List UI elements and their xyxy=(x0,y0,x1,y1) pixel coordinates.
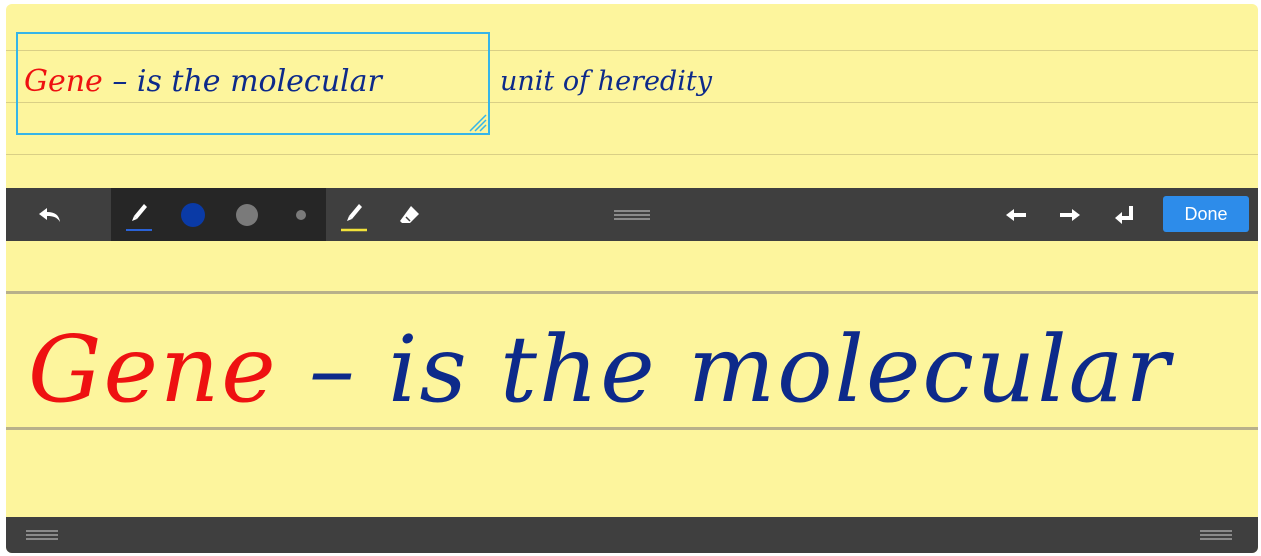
bottom-bar xyxy=(6,517,1258,553)
pen-icon xyxy=(126,203,152,231)
handwriting-input-area[interactable]: Gene – is the molecular xyxy=(6,241,1258,517)
color-swatch-blue[interactable] xyxy=(173,188,213,241)
note-trailing-text: unit of heredity xyxy=(500,66,712,97)
handwriting-toolbar: Done xyxy=(6,188,1258,241)
gray-large-swatch xyxy=(236,203,258,226)
bottom-drag-handle-right[interactable] xyxy=(1194,517,1238,553)
undo-icon xyxy=(39,207,60,222)
new-line-button[interactable] xyxy=(1104,188,1144,241)
preview-rest-text: – is the molecular xyxy=(277,316,1172,423)
note-rule xyxy=(6,154,1258,155)
arrow-left-icon xyxy=(1006,208,1026,221)
return-icon xyxy=(1115,205,1133,224)
handwriting-selection-box[interactable] xyxy=(16,32,490,135)
move-left-button[interactable] xyxy=(996,188,1036,241)
eraser-icon xyxy=(400,205,419,223)
pen-tool-button[interactable] xyxy=(119,188,159,241)
notes-app: Gene – is the molecular unit of heredity xyxy=(6,4,1258,553)
highlighter-icon xyxy=(341,203,367,231)
writing-guide-top xyxy=(6,291,1258,294)
move-right-button[interactable] xyxy=(1050,188,1090,241)
handwriting-preview: Gene – is the molecular xyxy=(28,316,1171,423)
pen-options-group xyxy=(111,188,326,241)
drag-handle-left-icon xyxy=(26,530,58,540)
resize-grip-icon[interactable] xyxy=(466,111,488,133)
stroke-size-large[interactable] xyxy=(227,188,267,241)
undo-button[interactable] xyxy=(28,188,72,241)
bottom-drag-handle-left[interactable] xyxy=(20,517,64,553)
blue-color-swatch xyxy=(181,202,205,227)
preview-word-gene: Gene xyxy=(28,316,278,423)
highlighter-tool-button[interactable] xyxy=(334,188,374,241)
drag-handle-icon xyxy=(614,209,650,220)
eraser-tool-button[interactable] xyxy=(390,188,430,241)
stroke-size-small[interactable] xyxy=(281,188,321,241)
arrow-right-icon xyxy=(1060,208,1080,221)
gray-small-swatch xyxy=(296,209,306,220)
note-page[interactable]: Gene – is the molecular unit of heredity xyxy=(6,4,1258,188)
writing-guide-baseline xyxy=(6,427,1258,430)
done-button[interactable]: Done xyxy=(1163,196,1249,232)
drag-handle-right-icon xyxy=(1200,530,1232,540)
toolbar-drag-handle[interactable] xyxy=(610,188,654,241)
